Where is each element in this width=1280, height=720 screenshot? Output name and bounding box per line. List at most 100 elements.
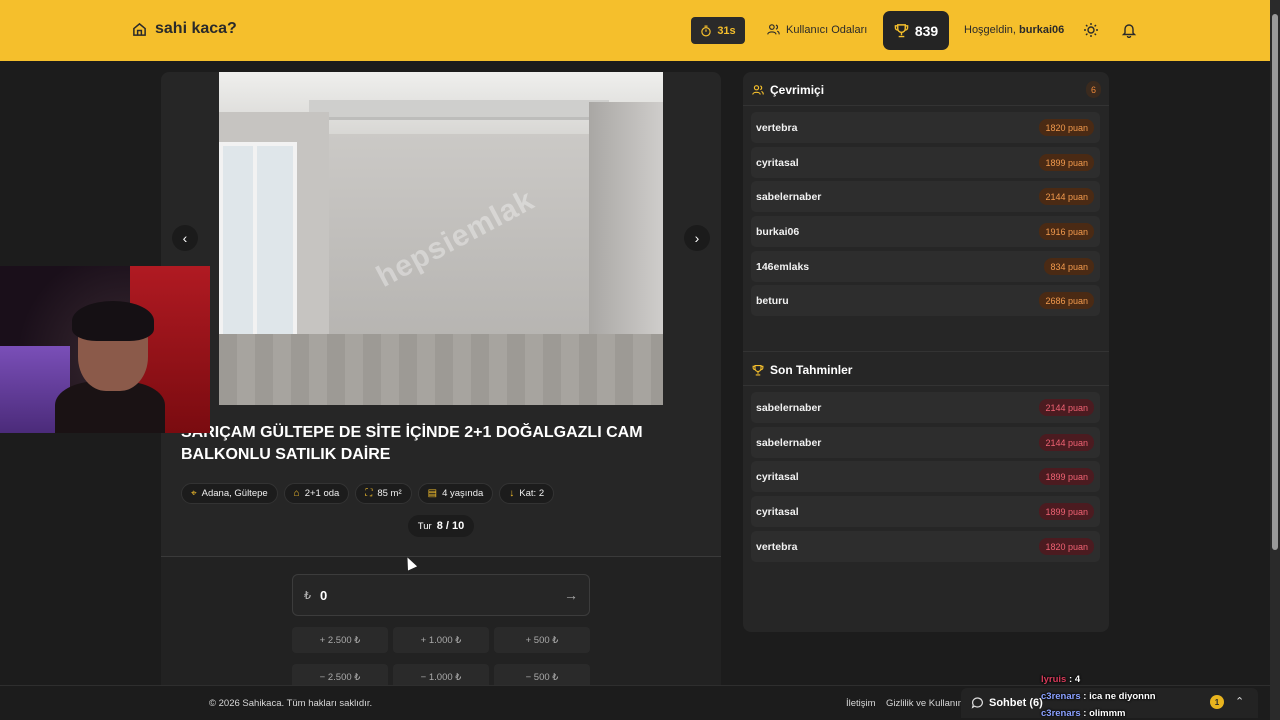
user-points: 1820 puan bbox=[1039, 119, 1094, 136]
user-name: burkai06 bbox=[756, 225, 800, 238]
chevron-left-icon: ‹ bbox=[182, 230, 188, 246]
user-points: 1916 puan bbox=[1039, 223, 1094, 240]
price-value[interactable]: 0 bbox=[320, 588, 564, 603]
rooms-label: Kullanıcı Odaları bbox=[786, 23, 868, 36]
chat-bubble-icon bbox=[971, 697, 983, 709]
privacy-link[interactable]: Gizlilik ve Kullanım bbox=[886, 698, 966, 709]
user-name: vertebra bbox=[756, 540, 798, 553]
online-user-row[interactable]: sabelernaber 2144 puan bbox=[751, 181, 1100, 212]
guess-points: 2144 puan bbox=[1039, 399, 1094, 416]
trophy-icon bbox=[894, 24, 909, 38]
online-title: Çevrimiçi bbox=[770, 83, 825, 97]
add-2500-button[interactable]: + 2.500 ₺ bbox=[292, 627, 388, 653]
expand-icon: ⛶ bbox=[365, 488, 373, 499]
listing-panel: hepsiemlak ‹ › SARIÇAM GÜLTEPE DE SİTE İ… bbox=[161, 72, 721, 692]
tag-location: ⌖ Adana, Gültepe bbox=[181, 483, 278, 504]
side-panel: Çevrimiçi 6 vertebra 1820 puan cyritasal 1… bbox=[743, 72, 1109, 632]
guess-row: vertebra 1820 puan bbox=[751, 531, 1100, 562]
home-icon bbox=[133, 22, 146, 36]
listing-tags: ⌖ Adana, Gültepe ⌂ 2+1 oda ⛶ 85 m² ▤ 4 yaşın… bbox=[181, 483, 555, 504]
stream-chat-text: ica ne diyonnn bbox=[1089, 691, 1156, 702]
guess-points: 1899 puan bbox=[1039, 503, 1094, 520]
guess-points: 2144 puan bbox=[1039, 434, 1094, 451]
add-1000-button[interactable]: + 1.000 ₺ bbox=[393, 627, 489, 653]
copyright-text: © 2026 Sahikaca. Tüm hakları saklıdır. bbox=[209, 698, 373, 709]
guesses-section-header: Son Tahminler bbox=[752, 363, 852, 377]
online-user-row[interactable]: 146emlaks 834 puan bbox=[751, 251, 1100, 282]
round-label: Tur bbox=[417, 520, 432, 532]
tag-text: Adana, Gültepe bbox=[201, 488, 268, 499]
notifications-button[interactable] bbox=[1121, 22, 1137, 39]
tag-text: 85 m² bbox=[377, 488, 402, 499]
chevron-right-icon: › bbox=[694, 230, 700, 246]
location-pin-icon: ⌖ bbox=[191, 488, 197, 499]
next-photo-button[interactable]: › bbox=[684, 225, 710, 251]
user-name: sabelernaber bbox=[756, 401, 822, 414]
chevron-up-icon[interactable]: ⌃ bbox=[1235, 695, 1244, 708]
stream-chat-message: c3renars : ica ne diyonnn bbox=[1041, 691, 1156, 702]
online-user-row[interactable]: cyritasal 1899 puan bbox=[751, 147, 1100, 178]
photo-ceiling-trim bbox=[309, 100, 609, 120]
online-user-row[interactable]: vertebra 1820 puan bbox=[751, 112, 1100, 143]
tag-text: 2+1 oda bbox=[304, 488, 340, 499]
stream-chat-user: c3renars bbox=[1041, 708, 1081, 719]
webcam-overlay bbox=[0, 266, 210, 433]
guess-row: sabelernaber 2144 puan bbox=[751, 427, 1100, 458]
tag-text: 4 yaşında bbox=[442, 488, 484, 499]
previous-photo-button[interactable]: ‹ bbox=[172, 225, 198, 251]
online-section-header: Çevrimiçi bbox=[752, 83, 824, 97]
user-name: sabelernaber bbox=[756, 436, 822, 449]
site-logo[interactable]: sahi kaca? bbox=[132, 20, 237, 38]
contact-link[interactable]: İletişim bbox=[846, 698, 876, 709]
round-timer: 31s bbox=[691, 17, 745, 44]
arrow-down-icon: ↓ bbox=[509, 488, 515, 499]
photo-floor bbox=[219, 334, 663, 405]
tag-text: Kat: 2 bbox=[519, 488, 545, 499]
page-scrollbar[interactable] bbox=[1270, 0, 1280, 720]
online-user-row[interactable]: burkai06 1916 puan bbox=[751, 216, 1100, 247]
timer-value: 31s bbox=[717, 24, 736, 37]
stream-chat-text: olimmm bbox=[1089, 708, 1126, 719]
add-500-button[interactable]: + 500 ₺ bbox=[494, 627, 590, 653]
user-name: vertebra bbox=[756, 121, 798, 134]
tag-age: ▤ 4 yaşında bbox=[417, 483, 494, 504]
building-icon: ▤ bbox=[427, 488, 438, 499]
welcome-text: Hoşgeldin, burkai06 bbox=[964, 24, 1064, 36]
users-icon bbox=[767, 24, 780, 35]
top-header: sahi kaca? 31s Kullanıcı Odaları 839 Hoş… bbox=[0, 0, 1270, 61]
chat-notification-badge: 1 bbox=[1210, 695, 1224, 709]
stream-chat-message: lyruis : 4 bbox=[1041, 674, 1081, 685]
guess-row: sabelernaber 2144 puan bbox=[751, 392, 1100, 423]
user-name: cyritasal bbox=[756, 156, 799, 169]
tag-floor: ↓ Kat: 2 bbox=[499, 483, 555, 504]
listing-photo[interactable]: hepsiemlak bbox=[219, 72, 663, 405]
stream-chat-text: 4 bbox=[1074, 674, 1081, 685]
welcome-prefix: Hoşgeldin, bbox=[964, 24, 1016, 36]
currency-symbol: ₺ bbox=[304, 589, 311, 602]
guess-row: cyritasal 1899 puan bbox=[751, 461, 1100, 492]
home-icon: ⌂ bbox=[293, 488, 300, 499]
user-points: 834 puan bbox=[1044, 258, 1094, 275]
online-user-row[interactable]: beturu 2686 puan bbox=[751, 285, 1100, 316]
username: burkai06 bbox=[1019, 24, 1065, 36]
trophy-icon bbox=[752, 364, 764, 376]
stream-chat-user: c3renars bbox=[1041, 691, 1081, 702]
user-points: 2686 puan bbox=[1039, 292, 1094, 309]
score-badge[interactable]: 839 bbox=[883, 11, 949, 50]
tag-area: ⛶ 85 m² bbox=[355, 483, 412, 504]
tag-rooms: ⌂ 2+1 oda bbox=[283, 483, 350, 504]
theme-toggle-button[interactable] bbox=[1083, 22, 1099, 38]
sun-icon bbox=[1084, 23, 1098, 37]
logo-text: sahi kaca? bbox=[155, 20, 237, 37]
scrollbar-thumb[interactable] bbox=[1272, 14, 1278, 550]
submit-arrow-icon[interactable]: → bbox=[564, 587, 578, 603]
online-count-badge: 6 bbox=[1086, 81, 1101, 98]
guesses-top-divider bbox=[743, 351, 1109, 352]
online-header-divider bbox=[743, 105, 1109, 106]
price-guess-input[interactable]: ₺ 0 → bbox=[292, 574, 590, 616]
round-value: 8 / 10 bbox=[436, 520, 465, 532]
score-value: 839 bbox=[914, 22, 939, 39]
user-name: sabelernaber bbox=[756, 190, 822, 203]
user-name: beturu bbox=[756, 294, 789, 307]
user-rooms-link[interactable]: Kullanıcı Odaları bbox=[767, 23, 867, 36]
